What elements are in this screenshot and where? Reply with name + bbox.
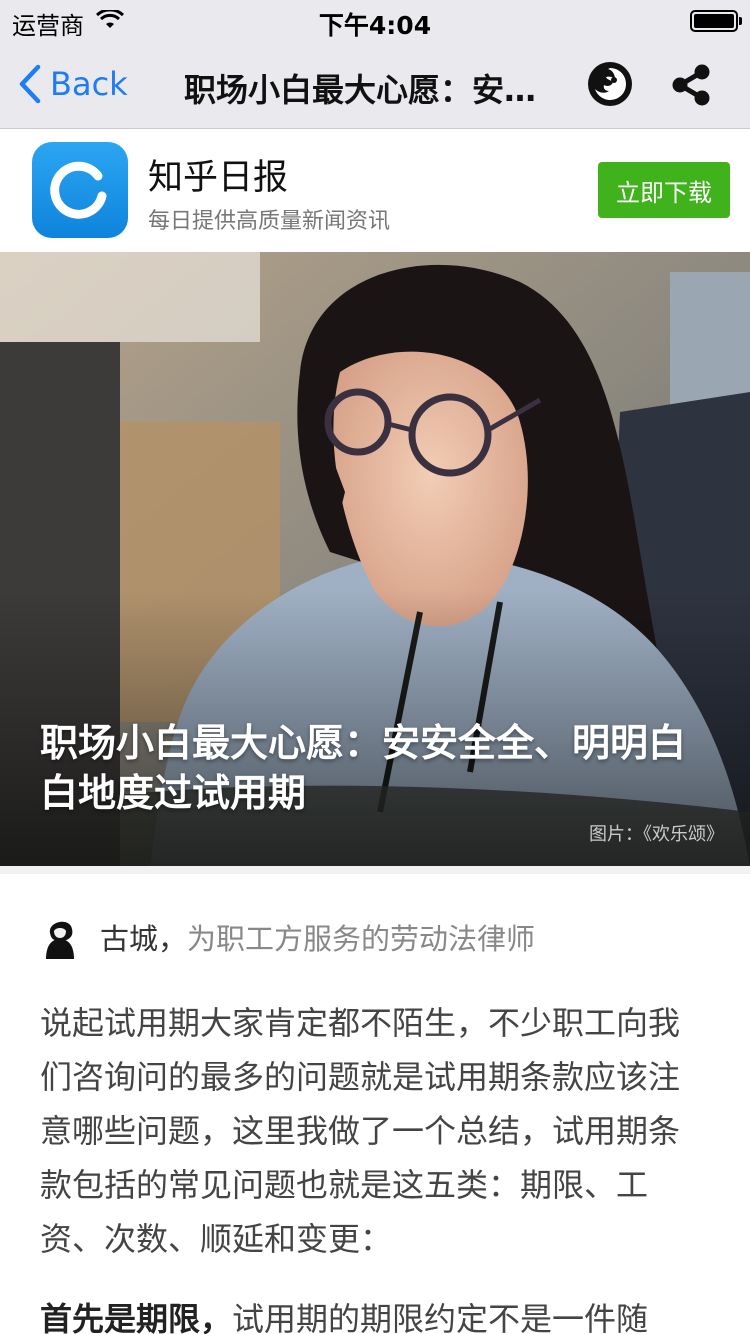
app-logo-ring-icon [50,161,107,219]
page-title: 职场小白最大心愿：安安全全、明明白白地度过试用期 [184,71,564,109]
article-paragraph: 首先是期限，试用期的期限约定不是一件随 [40,1292,700,1334]
battery-icon [690,10,742,32]
author-avatar[interactable] [40,915,80,959]
hero-image: 职场小白最大心愿：安安全全、明明白白地度过试用期 图片：《欢乐颂》 [0,252,750,866]
paragraph-text: 试用期的期限约定不是一件随 [232,1300,649,1334]
section-divider [0,866,750,874]
download-button[interactable]: 立即下载 [598,162,730,218]
app-description: 每日提供高质量新闻资讯 [148,209,391,234]
article-body: 说起试用期大家肯定都不陌生，不少职工向我们咨询问的最多的问题就是试用期条款应该注… [40,996,700,1334]
hero-title: 职场小白最大心愿：安安全全、明明白白地度过试用期 [40,721,687,815]
author-row: 古城， 为职工方服务的劳动法律师 [40,914,535,960]
paragraph-lead: 首先是期限， [40,1300,233,1334]
status-bar: 运营商 下午4:04 [0,0,750,40]
back-button[interactable]: Back [18,62,128,106]
chevron-left-icon [19,64,41,104]
author-bio: 为职工方服务的劳动法律师 [187,922,536,956]
navigation-bar: Back 职场小白最大心愿：安安全全、明明白白地度过试用期 [0,40,750,129]
firefox-icon[interactable] [586,60,634,108]
author-name: 古城， [100,922,188,956]
image-credit: 图片：《欢乐颂》 [589,824,724,845]
back-label: Back [50,65,128,103]
app-download-banner: 知乎日报 每日提供高质量新闻资讯 立即下载 [0,129,750,252]
article-paragraph: 说起试用期大家肯定都不陌生，不少职工向我们咨询问的最多的问题就是试用期条款应该注… [40,1004,681,1258]
zhihu-daily-app-icon [32,142,128,238]
clock: 下午4:04 [318,11,432,40]
app-name: 知乎日报 [148,158,289,198]
share-icon[interactable] [668,62,714,108]
